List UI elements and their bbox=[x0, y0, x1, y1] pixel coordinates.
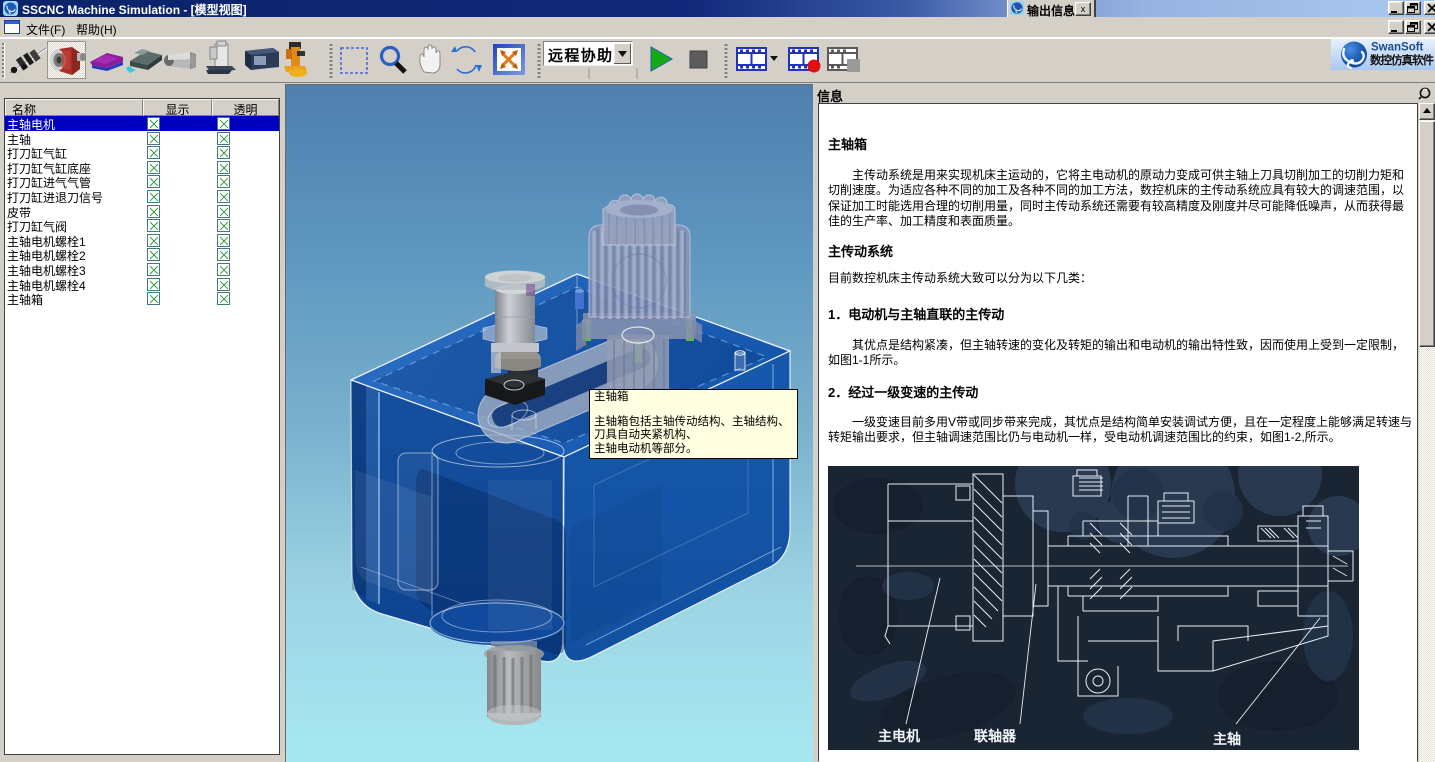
svg-text:主轴: 主轴 bbox=[1213, 731, 1241, 747]
svg-text:远程协助: 远程协助 bbox=[548, 47, 612, 65]
svg-text:联轴器: 联轴器 bbox=[974, 728, 1017, 744]
svg-text:SwanSoft: SwanSoft bbox=[1371, 42, 1424, 54]
svg-text:数控仿真软件: 数控仿真软件 bbox=[1370, 53, 1435, 67]
svg-text:主电机: 主电机 bbox=[878, 728, 920, 744]
